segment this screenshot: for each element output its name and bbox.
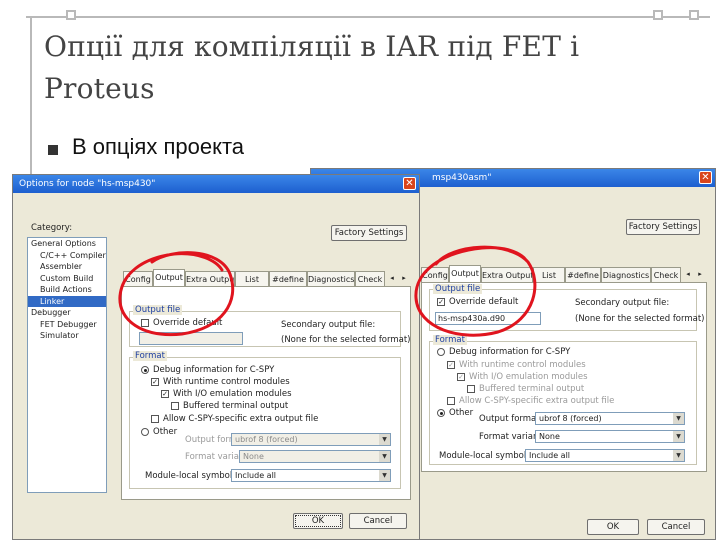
runtime-modules-checkbox[interactable]: ✓	[151, 378, 159, 386]
io-emulation-label: With I/O emulation modules	[173, 389, 292, 399]
annotation-circle-right	[414, 245, 537, 337]
tab-diagnostics[interactable]: Diagnostics	[307, 271, 355, 287]
format-variant-select[interactable]: None ▼	[239, 450, 391, 463]
module-local-select[interactable]: Include all ▼	[231, 469, 391, 482]
close-icon[interactable]: ✕	[403, 177, 416, 190]
ok-button[interactable]: OK	[293, 513, 343, 529]
debug-info-radio[interactable]	[141, 366, 149, 374]
close-icon[interactable]: ✕	[699, 171, 712, 184]
tab-define[interactable]: #define	[565, 267, 601, 283]
tab-scroll-left-icon[interactable]: ◂	[387, 273, 397, 284]
output-format-select[interactable]: ubrof 8 (forced) ▼	[231, 433, 391, 446]
buffered-output-label: Buffered terminal output	[479, 384, 585, 394]
io-emulation-checkbox[interactable]: ✓	[457, 373, 465, 381]
other-format-radio[interactable]	[141, 428, 149, 436]
annotation-circle-left	[118, 251, 235, 337]
debug-info-radio[interactable]	[437, 348, 445, 356]
category-item-general-options[interactable]: General Options	[28, 238, 106, 250]
secondary-output-value: (None for the selected format)	[575, 314, 705, 324]
tab-checksum[interactable]: Check	[651, 267, 681, 283]
buffered-output-label: Buffered terminal output	[183, 401, 289, 411]
runtime-modules-label: With runtime control modules	[459, 360, 586, 370]
output-format-label: Output format:	[479, 414, 543, 424]
tab-scroll-right-icon[interactable]: ▸	[695, 269, 705, 280]
tab-scroll-left-icon[interactable]: ◂	[683, 269, 693, 280]
debug-info-label: Debug information for C-SPY	[449, 347, 571, 357]
secondary-output-label: Secondary output file:	[281, 320, 376, 330]
module-local-select[interactable]: Include all ▼	[525, 449, 685, 462]
chevron-down-icon: ▼	[673, 413, 684, 424]
tab-define[interactable]: #define	[269, 271, 307, 287]
tab-scroll-right-icon[interactable]: ▸	[399, 273, 409, 284]
category-item-linker[interactable]: Linker	[28, 295, 106, 307]
other-format-label: Other	[153, 427, 178, 437]
chevron-down-icon: ▼	[379, 470, 390, 481]
chevron-down-icon: ▼	[379, 451, 390, 462]
secondary-output-label: Secondary output file:	[575, 298, 670, 308]
category-item-build-actions[interactable]: Build Actions	[28, 284, 106, 296]
other-format-label: Other	[449, 408, 474, 418]
category-item-compiler[interactable]: C/C++ Compiler	[28, 250, 106, 262]
chevron-down-icon: ▼	[379, 434, 390, 445]
category-item-assembler[interactable]: Assembler	[28, 261, 106, 273]
slide-rule-square	[689, 10, 699, 20]
chevron-down-icon: ▼	[673, 431, 684, 442]
factory-settings-button[interactable]: Factory Settings	[331, 225, 407, 241]
module-local-label: Module-local symbols:	[439, 451, 534, 461]
allow-cspy-checkbox[interactable]	[151, 415, 159, 423]
buffered-output-checkbox[interactable]	[171, 402, 179, 410]
options-dialog-node: Options for node "hs-msp430" ✕ Category:…	[12, 174, 420, 540]
io-emulation-checkbox[interactable]: ✓	[161, 390, 169, 398]
cancel-button[interactable]: Cancel	[647, 519, 705, 535]
io-emulation-label: With I/O emulation modules	[469, 372, 588, 382]
runtime-modules-label: With runtime control modules	[163, 377, 290, 387]
category-item-simulator[interactable]: Simulator	[28, 330, 106, 342]
other-format-radio[interactable]	[437, 409, 445, 417]
slide-top-rule	[26, 16, 710, 18]
secondary-output-value: (None for the selected format)	[281, 335, 411, 345]
runtime-modules-checkbox[interactable]: ✓	[447, 361, 455, 369]
slide-rule-square	[66, 10, 76, 20]
category-item-custom-build[interactable]: Custom Build	[28, 273, 106, 285]
allow-cspy-label: Allow C-SPY-specific extra output file	[163, 414, 319, 424]
output-format-select[interactable]: ubrof 8 (forced) ▼	[535, 412, 685, 425]
tab-checksum[interactable]: Check	[355, 271, 385, 287]
category-list: General Options C/C++ Compiler Assembler…	[27, 237, 107, 493]
slide-title: Опції для компіляції в IAR під FET і Pro…	[44, 30, 580, 105]
buffered-output-checkbox[interactable]	[467, 385, 475, 393]
slide-left-rule	[30, 16, 32, 176]
cancel-button[interactable]: Cancel	[349, 513, 407, 529]
bullet-text: В опціях проекта	[72, 134, 245, 159]
allow-cspy-checkbox[interactable]	[447, 397, 455, 405]
format-variant-select[interactable]: None ▼	[535, 430, 685, 443]
debug-info-label: Debug information for C-SPY	[153, 365, 275, 375]
chevron-down-icon: ▼	[673, 450, 684, 461]
dialog-titlebar: Options for node "hs-msp430"	[13, 175, 419, 193]
format-group-label: Format	[133, 351, 167, 361]
slide-rule-square	[653, 10, 663, 20]
allow-cspy-label: Allow C-SPY-specific extra output file	[459, 396, 615, 406]
category-item-fet-debugger[interactable]: FET Debugger	[28, 319, 106, 331]
ok-button[interactable]: OK	[587, 519, 639, 535]
module-local-label: Module-local symbols:	[145, 471, 240, 481]
category-item-debugger[interactable]: Debugger	[28, 307, 106, 319]
tab-diagnostics[interactable]: Diagnostics	[601, 267, 651, 283]
bullet-marker	[48, 145, 58, 155]
factory-settings-button[interactable]: Factory Settings	[626, 219, 700, 235]
category-label: Category:	[31, 223, 73, 233]
